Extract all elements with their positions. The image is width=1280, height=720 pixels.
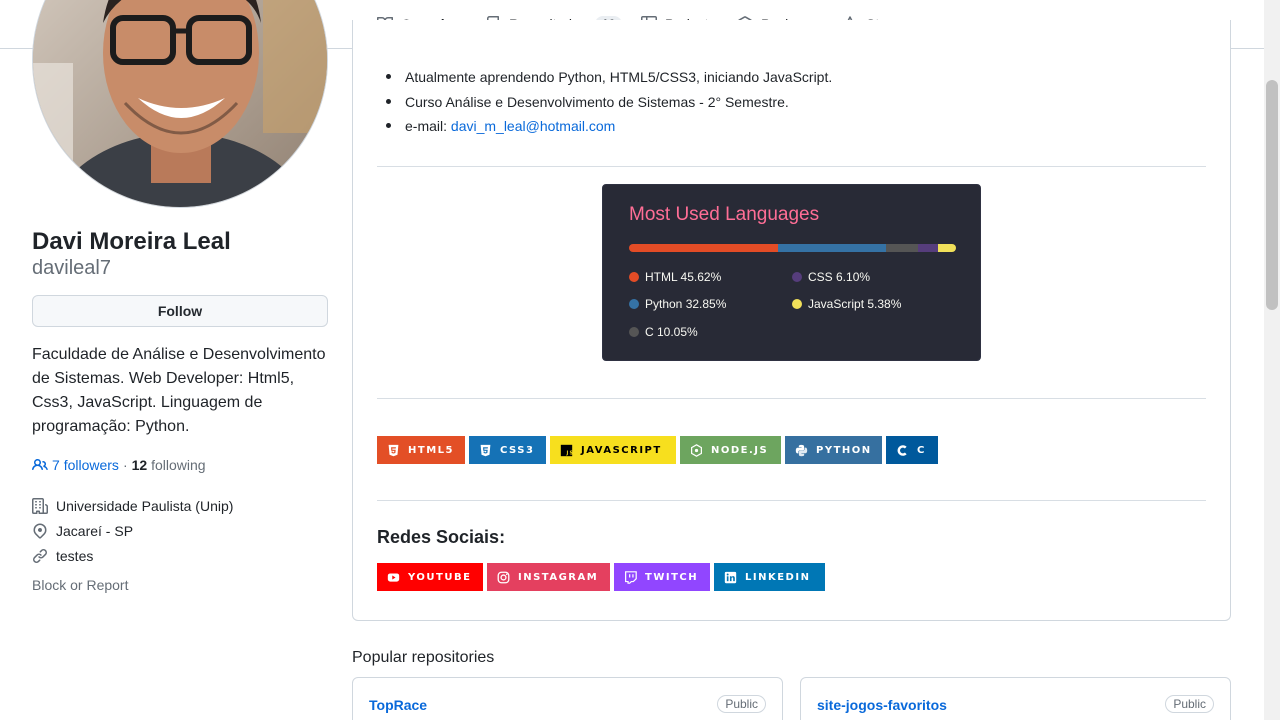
profile-avatar[interactable] (32, 0, 328, 208)
badge-nodejs[interactable]: NODE.JS (680, 436, 781, 464)
badge-youtube[interactable]: YOUTUBE (377, 563, 483, 591)
popular-repositories-heading: Popular repositories (352, 649, 495, 666)
separator-dot: · (122, 457, 128, 473)
pinned-repo-card: site-jogos-favoritos Public (800, 677, 1231, 720)
link-icon (32, 548, 48, 564)
badge-c[interactable]: C (886, 436, 938, 464)
divider (377, 500, 1206, 501)
divider (377, 166, 1206, 167)
language-bar-segment (629, 244, 779, 252)
badge-label: JAVASCRIPT (581, 444, 662, 456)
badge-label: HTML5 (408, 444, 454, 456)
badge-css3[interactable]: CSS3 (469, 436, 546, 464)
language-label: JavaScript 5.38% (808, 297, 902, 311)
following-link[interactable]: 12 following (132, 457, 206, 473)
language-label: C 10.05% (645, 325, 698, 339)
badge-label: LINKEDIN (745, 571, 811, 583)
list-item: e-mail: davi_m_leal@hotmail.com (385, 116, 832, 141)
vcard-website[interactable]: testes (32, 548, 93, 564)
language-color-dot (629, 272, 639, 282)
language-color-dot (629, 327, 639, 337)
organization-text: Universidade Paulista (Unip) (56, 498, 234, 514)
language-color-dot (792, 299, 802, 309)
followers-label: followers (63, 457, 119, 473)
scrollbar-thumb[interactable] (1266, 80, 1278, 310)
language-legend-item: Python 32.85% (629, 297, 726, 311)
language-bar-segment (918, 244, 939, 252)
language-legend-item: HTML 45.62% (629, 270, 721, 284)
pinned-repo-card: TopRace Public (352, 677, 783, 720)
website-text: testes (56, 548, 94, 564)
people-icon (32, 458, 48, 471)
language-bar-segment (778, 244, 886, 252)
linkedin-icon (724, 571, 737, 583)
instagram-icon (497, 571, 510, 583)
list-item: Atualmente aprendendo Python, HTML5/CSS3… (385, 67, 832, 92)
css3-icon (480, 444, 491, 456)
follow-button[interactable]: Follow (32, 295, 328, 327)
email-link[interactable]: davi_m_leal@hotmail.com (451, 118, 615, 134)
badge-python[interactable]: PYTHON (785, 436, 882, 464)
vcard-location: Jacareí - SP (32, 523, 133, 539)
profile-bio: Faculdade de Análise e Desenvolvimento d… (32, 346, 326, 435)
badge-linkedin[interactable]: LINKEDIN (714, 563, 825, 591)
c-icon (897, 444, 907, 456)
language-bar-segment (938, 244, 956, 252)
languages-card-title: Most Used Languages (629, 204, 820, 225)
python-icon (795, 444, 808, 456)
email-prefix: e-mail: (405, 118, 451, 134)
followers-count: 7 (52, 457, 60, 473)
readme-bullet-list: Atualmente aprendendo Python, HTML5/CSS3… (385, 67, 832, 141)
language-bar-segment (885, 244, 919, 252)
youtube-icon (387, 572, 400, 582)
following-count: 12 (131, 457, 148, 473)
badge-twitch[interactable]: TWITCH (614, 563, 710, 591)
badge-javascript[interactable]: JS JAVASCRIPT (550, 436, 676, 464)
organization-icon (32, 498, 48, 514)
badge-html5[interactable]: HTML5 (377, 436, 465, 464)
avatar-photo (33, 0, 327, 207)
profile-fullname: Davi Moreira Leal (32, 228, 231, 255)
language-legend-item: JavaScript 5.38% (792, 297, 901, 311)
nodejs-icon (691, 443, 702, 457)
visibility-badge: Public (1165, 695, 1214, 713)
languages-progress-bar (629, 244, 956, 252)
location-text: Jacareí - SP (56, 523, 134, 539)
repo-name-link[interactable]: site-jogos-favoritos (817, 697, 947, 713)
badge-label: C (917, 444, 926, 456)
language-color-dot (629, 299, 639, 309)
visibility-badge: Public (717, 695, 766, 713)
svg-text:JS: JS (566, 450, 574, 456)
divider (377, 398, 1206, 399)
badge-instagram[interactable]: INSTAGRAM (487, 563, 610, 591)
following-label: following (151, 457, 206, 473)
twitch-icon (625, 570, 637, 584)
badge-label: INSTAGRAM (518, 571, 599, 583)
language-label: Python 32.85% (645, 297, 727, 311)
location-icon (33, 523, 47, 539)
followers-link[interactable]: 7 followers (52, 457, 119, 473)
badge-label: NODE.JS (711, 444, 769, 456)
badge-label: CSS3 (500, 444, 535, 456)
badge-label: TWITCH (645, 571, 699, 583)
page-scrollbar[interactable] (1264, 0, 1280, 720)
repo-name-link[interactable]: TopRace (369, 697, 427, 713)
block-report-link[interactable]: Block or Report (32, 577, 128, 593)
vcard-organization: Universidade Paulista (Unip) (32, 498, 233, 514)
html5-icon (388, 444, 399, 456)
language-label: CSS 6.10% (808, 270, 871, 284)
list-item: Curso Análise e Desenvolvimento de Siste… (385, 92, 832, 117)
social-heading: Redes Sociais: (377, 527, 506, 547)
language-label: HTML 45.62% (645, 270, 722, 284)
profile-username: davileal7 (32, 257, 111, 279)
most-used-languages-card: Most Used Languages HTML 45.62% Python 3… (602, 184, 981, 361)
badge-label: PYTHON (816, 444, 872, 456)
follow-stats: 7 followers · 12 following (32, 457, 206, 473)
language-legend-item: C 10.05% (629, 325, 698, 339)
language-legend-item: CSS 6.10% (792, 270, 870, 284)
language-color-dot (792, 272, 802, 282)
javascript-icon: JS (560, 444, 574, 456)
badge-label: YOUTUBE (408, 571, 472, 583)
